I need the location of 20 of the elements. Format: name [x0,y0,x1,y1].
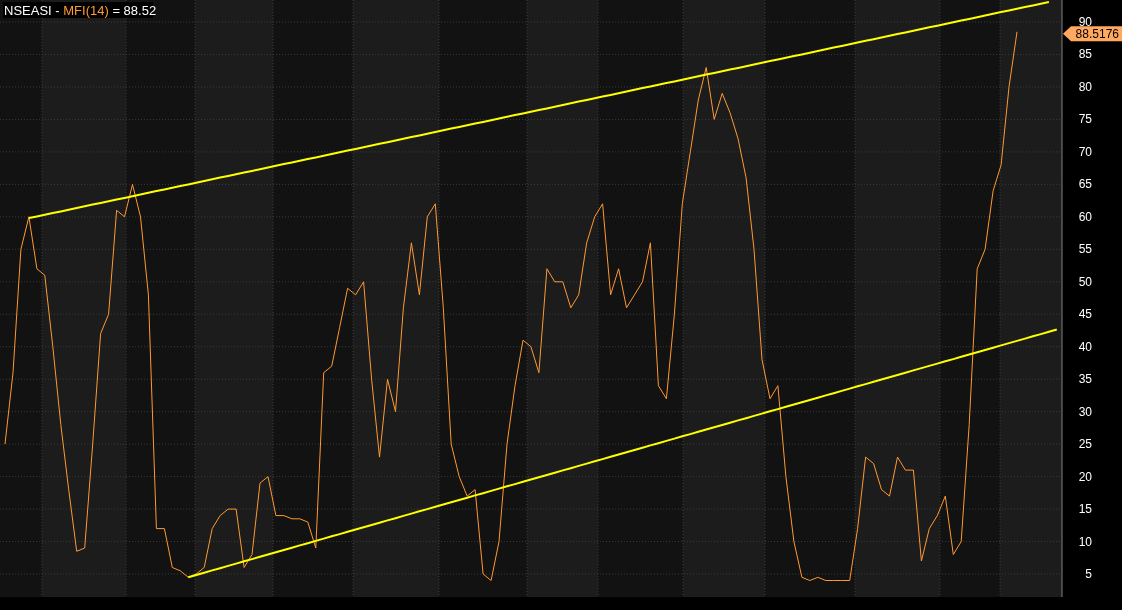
chart-title: NSEASI - MFI(14) = 88.52 [4,3,157,18]
axis-tick-label: 10 [1078,534,1092,549]
axis-tick-label: 90 [1078,15,1092,29]
axis-tick-label: 80 [1078,79,1092,94]
last-value-tag: 88.5176 [1063,26,1122,42]
axis-tick-label: 45 [1078,307,1092,322]
axis-tick-label: 40 [1078,339,1092,354]
axis-tick-label: 50 [1078,274,1092,289]
axis-tick-label: 5 [1085,567,1092,581]
axis-tick-label: 65 [1078,177,1092,192]
axis-tick-label: 75 [1078,112,1092,127]
axis-tick-label: 70 [1078,144,1092,159]
axis-tick-label: 15 [1078,502,1092,517]
axis-tick-label: 20 [1078,469,1092,484]
axis-tick-label: 85 [1078,47,1092,62]
axis-tick-label: 35 [1078,372,1092,387]
axis-tick-label: 25 [1078,437,1092,452]
axis-tick-label: 55 [1078,242,1092,257]
axis-tick-label: 30 [1078,404,1092,419]
axis-tick-label: 60 [1078,209,1092,224]
